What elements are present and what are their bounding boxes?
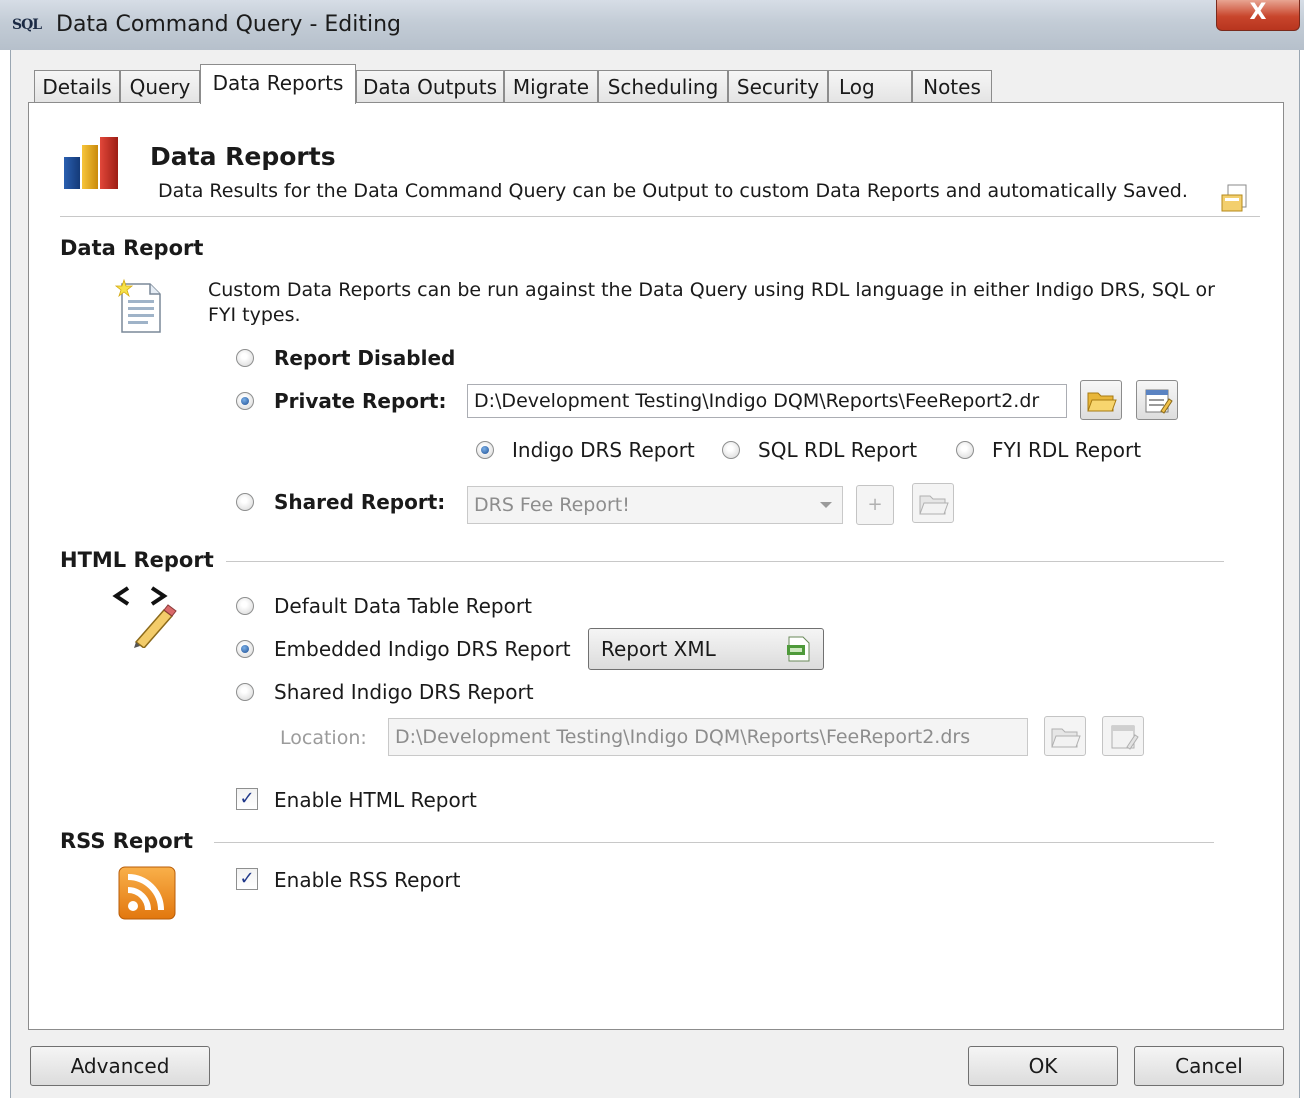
private-report-label: Private Report:	[274, 389, 447, 413]
bar-chart-icon	[64, 137, 118, 189]
chevron-down-icon	[820, 502, 832, 508]
embedded-drs-report-radio[interactable]	[236, 640, 254, 658]
open-shared-report-button[interactable]	[912, 483, 954, 523]
fyi-rdl-radio[interactable]	[956, 441, 974, 459]
default-table-report-radio[interactable]	[236, 597, 254, 615]
xml-file-icon	[787, 636, 810, 662]
shared-report-radio[interactable]	[236, 493, 254, 511]
default-table-report-label: Default Data Table Report	[274, 594, 532, 618]
rss-icon	[118, 866, 176, 920]
edit-document-icon	[1111, 725, 1139, 750]
html-report-section-title: HTML Report	[60, 548, 214, 572]
open-private-report-button[interactable]	[1080, 380, 1122, 420]
folder-open-icon	[1051, 728, 1081, 748]
sql-rdl-label: SQL RDL Report	[758, 438, 918, 462]
indigo-drs-label: Indigo DRS Report	[512, 438, 695, 462]
advanced-button[interactable]: Advanced	[30, 1046, 210, 1086]
page-description: Data Results for the Data Command Query …	[158, 180, 1188, 202]
folder-open-icon	[919, 495, 949, 515]
data-report-section-title: Data Report	[60, 236, 204, 260]
report-xml-button[interactable]: Report XML	[588, 628, 824, 670]
shared-report-label: Shared Report:	[274, 490, 446, 514]
header-divider	[60, 216, 1260, 217]
report-disabled-radio[interactable]	[236, 349, 254, 367]
rss-report-divider	[214, 842, 1214, 843]
shared-report-select[interactable]: DRS Fee Report!	[467, 486, 843, 524]
edit-document-icon	[1145, 389, 1173, 414]
enable-rss-report-checkbox[interactable]: ✓	[236, 868, 258, 890]
cancel-button[interactable]: Cancel	[1134, 1046, 1284, 1086]
html-edit-icon	[112, 586, 177, 648]
fyi-rdl-label: FYI RDL Report	[992, 438, 1142, 462]
report-xml-label: Report XML	[601, 637, 716, 661]
location-label: Location:	[280, 727, 367, 749]
save-document-icon[interactable]	[1220, 183, 1252, 213]
sql-rdl-radio[interactable]	[722, 441, 740, 459]
data-report-description: Custom Data Reports can be run against t…	[208, 279, 1215, 326]
shared-drs-report-label: Shared Indigo DRS Report	[274, 680, 534, 704]
document-new-icon	[114, 278, 161, 333]
folder-open-icon	[1087, 392, 1117, 412]
enable-html-report-checkbox[interactable]: ✓	[236, 788, 258, 810]
content-layer: Data Reports Data Results for the Data C…	[0, 0, 1304, 1100]
private-report-path-input[interactable]: D:\Development Testing\Indigo DQM\Report…	[467, 384, 1067, 418]
enable-rss-report-label: Enable RSS Report	[274, 868, 461, 892]
location-input[interactable]: D:\Development Testing\Indigo DQM\Report…	[388, 718, 1028, 756]
embedded-drs-report-label: Embedded Indigo DRS Report	[274, 637, 571, 661]
shared-drs-report-radio[interactable]	[236, 683, 254, 701]
ok-button[interactable]: OK	[968, 1046, 1118, 1086]
report-disabled-label: Report Disabled	[274, 346, 456, 370]
open-location-button[interactable]	[1044, 716, 1086, 756]
private-report-radio[interactable]	[236, 392, 254, 410]
indigo-drs-radio[interactable]	[476, 441, 494, 459]
page-title: Data Reports	[150, 142, 336, 171]
shared-report-value: DRS Fee Report!	[474, 494, 630, 516]
html-report-divider	[226, 561, 1224, 562]
add-shared-report-button[interactable]: +	[856, 485, 894, 525]
edit-private-report-button[interactable]	[1136, 380, 1178, 420]
enable-html-report-label: Enable HTML Report	[274, 788, 477, 812]
rss-report-section-title: RSS Report	[60, 829, 194, 853]
edit-location-button[interactable]	[1102, 716, 1144, 756]
